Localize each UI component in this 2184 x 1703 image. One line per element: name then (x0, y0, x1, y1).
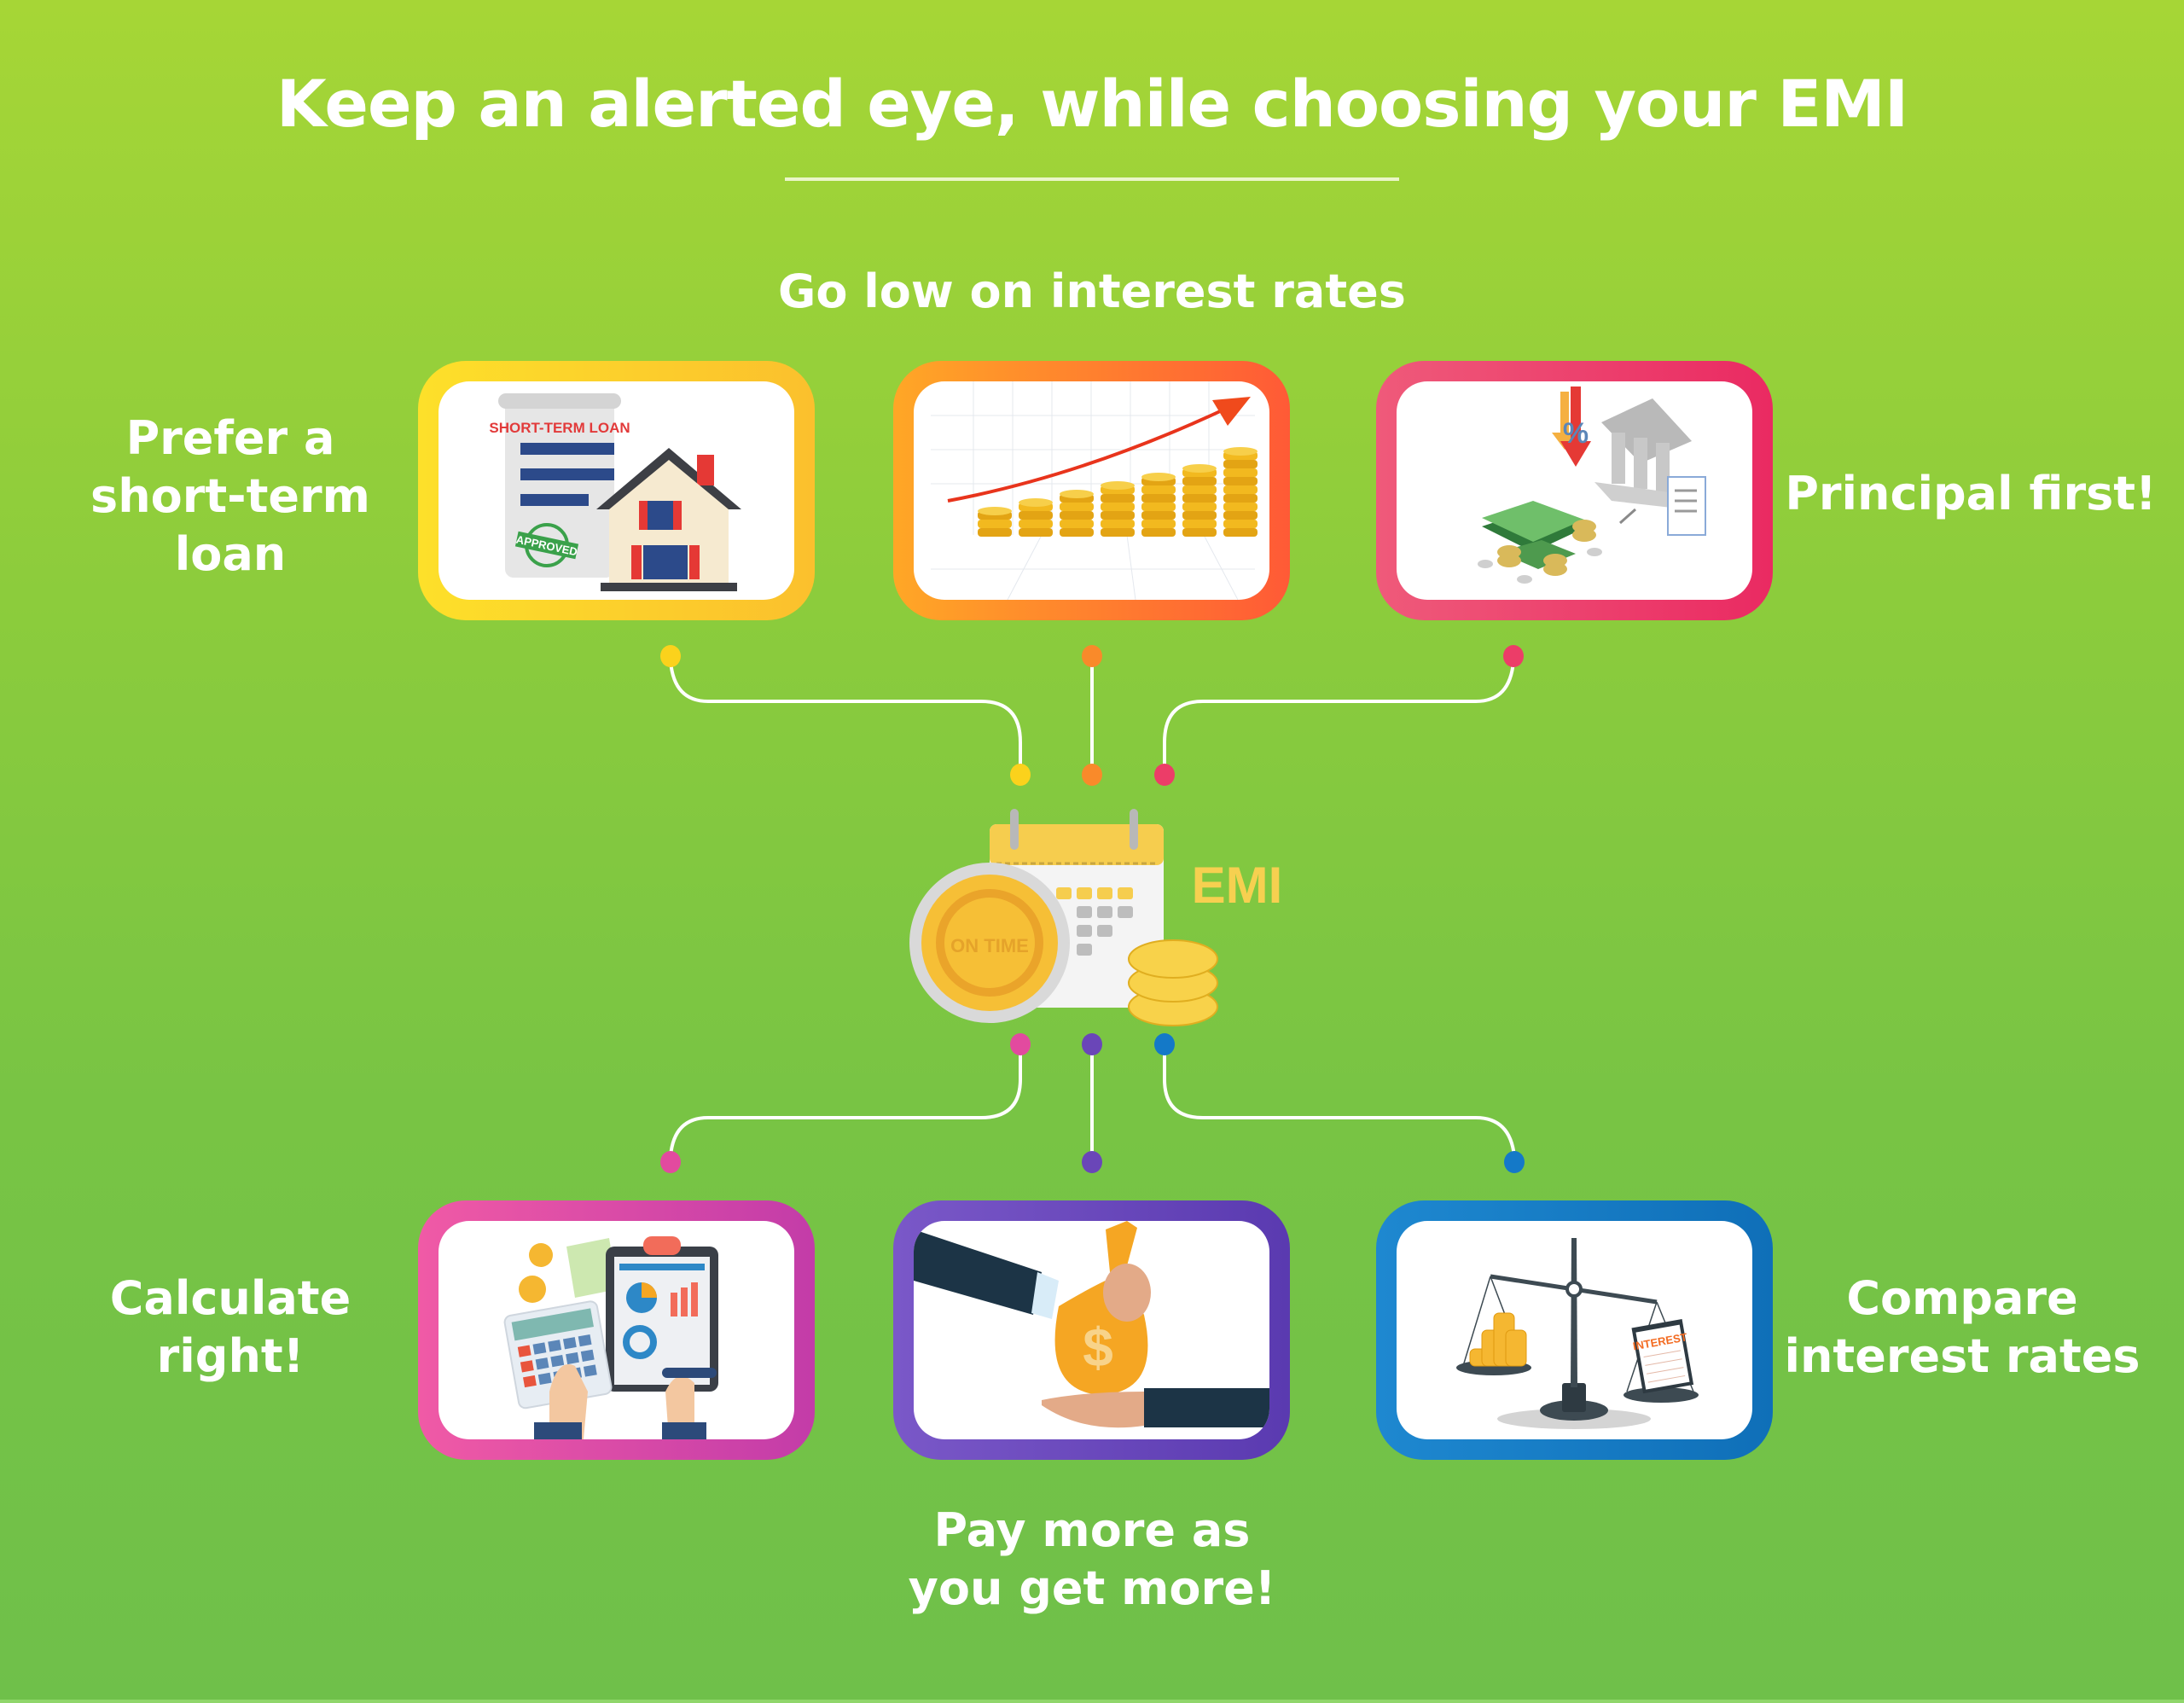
dot-low-interest-inner (1082, 764, 1102, 786)
on-time-label: ON TIME (950, 935, 1029, 956)
connector-calculate-right (669, 1048, 1022, 1158)
dot-pay-more-outer (1082, 1151, 1102, 1173)
dot-short-term-loan-outer (660, 645, 681, 667)
dot-principal-first-inner (1154, 764, 1175, 786)
connector-compare-rates (1163, 1048, 1516, 1158)
connector-principal-first (1163, 660, 1515, 770)
dot-calculate-right-outer (660, 1151, 681, 1173)
emi-calendar-coin-icon: ON TIME EMI (909, 809, 1283, 1026)
dot-short-term-loan-inner (1010, 764, 1031, 786)
dot-principal-first-outer (1503, 645, 1524, 667)
dot-low-interest-outer (1082, 645, 1102, 667)
emi-label: EMI (1192, 857, 1283, 914)
connector-short-term-loan (669, 660, 1022, 770)
dot-compare-rates-outer (1504, 1151, 1525, 1173)
